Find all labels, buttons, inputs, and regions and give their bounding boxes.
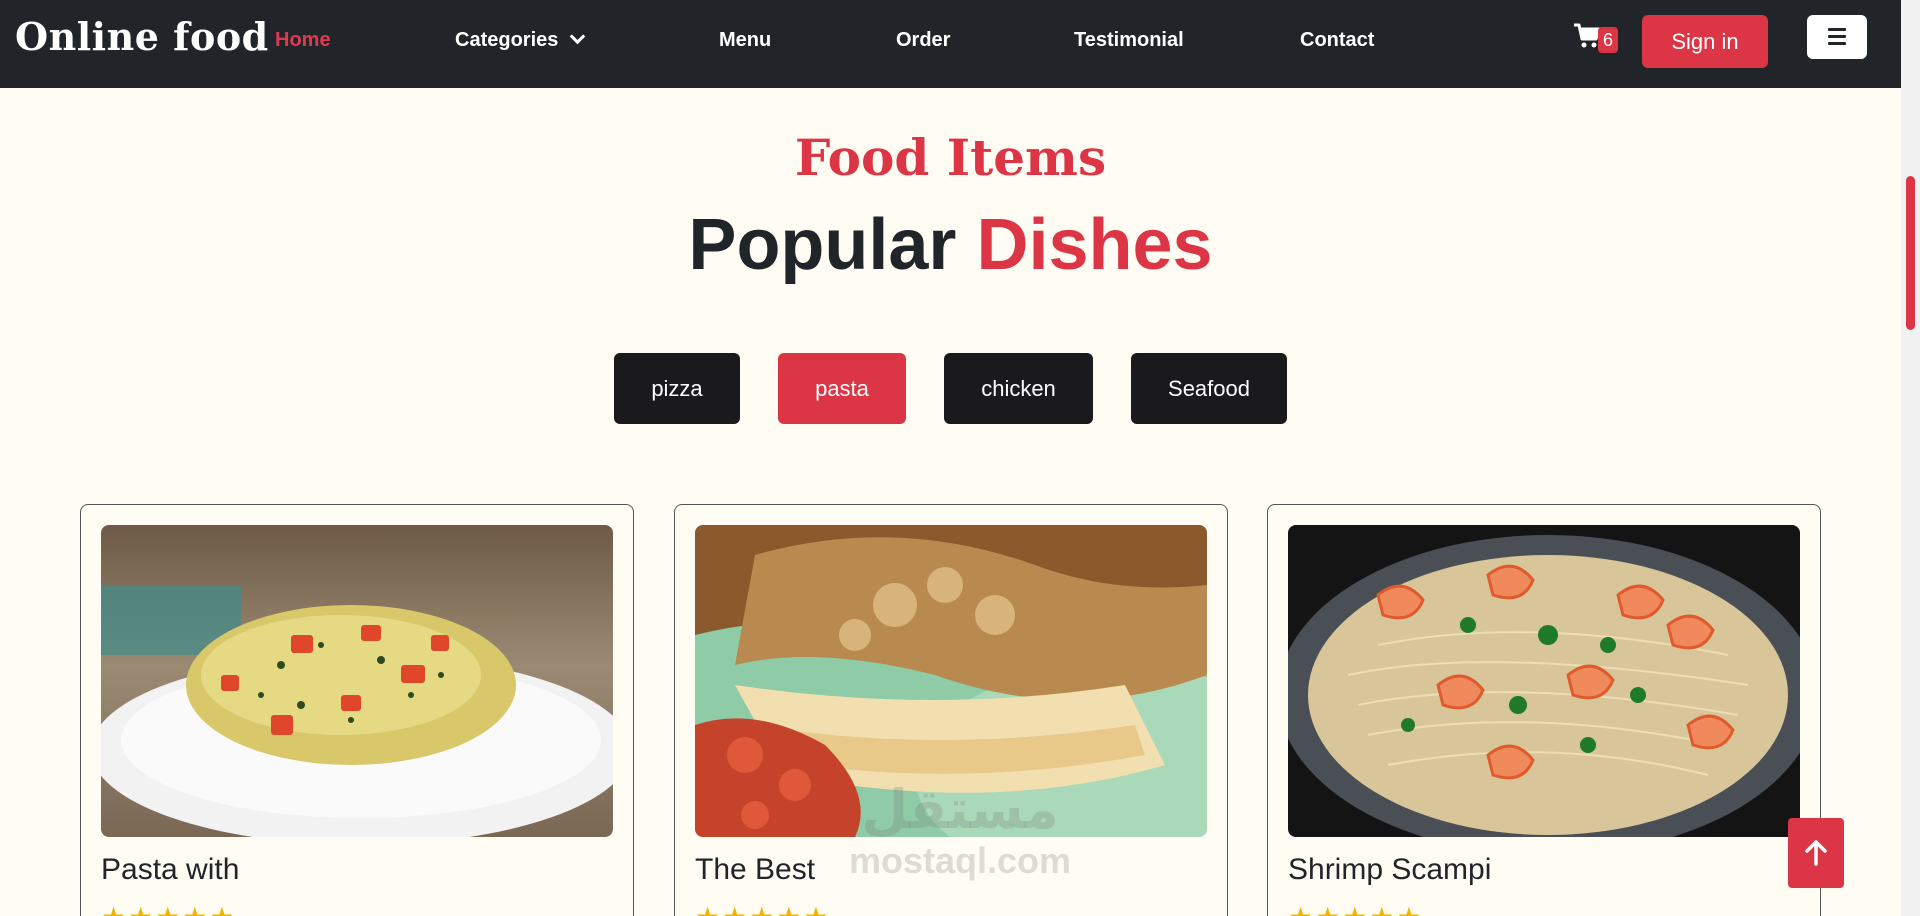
- dish-image-shrimp-scampi: [1288, 525, 1800, 837]
- nav-link-testimonial[interactable]: Testimonial: [1074, 29, 1184, 52]
- filter-seafood-button[interactable]: Seafood: [1131, 353, 1287, 424]
- watermark: مستقل mostaql.com: [840, 780, 1080, 882]
- watermark-latin: mostaql.com: [848, 840, 1072, 881]
- brand-logo[interactable]: Online food: [15, 14, 269, 59]
- dish-card[interactable]: Shrimp Scampi ★★★★★: [1267, 504, 1821, 916]
- cart-button[interactable]: 6: [1573, 23, 1621, 57]
- star-rating: ★★★★★: [1288, 901, 1424, 916]
- nav-link-order[interactable]: Order: [896, 29, 950, 52]
- filter-pasta-button[interactable]: pasta: [778, 353, 906, 424]
- hamburger-icon-line: [1828, 42, 1846, 45]
- cart-count-badge: 6: [1598, 27, 1619, 53]
- dish-image-pasta-salad: [101, 525, 613, 837]
- section-title-accent: Dishes: [976, 205, 1213, 285]
- hamburger-icon-line: [1828, 35, 1846, 38]
- nav-link-contact[interactable]: Contact: [1300, 29, 1374, 52]
- cart-icon: [1574, 23, 1601, 48]
- section-subtitle: Food Items: [794, 128, 1107, 187]
- dish-card[interactable]: Pasta with ★★★★★: [80, 504, 634, 916]
- nav-link-categories[interactable]: Categories: [455, 28, 586, 52]
- filter-chicken-button[interactable]: chicken: [944, 353, 1093, 424]
- nav-link-home[interactable]: Home: [275, 29, 331, 52]
- star-rating: ★★★★★: [695, 901, 831, 916]
- section-title: Popular Dishes: [0, 204, 1901, 286]
- scrollbar-thumb[interactable]: [1906, 176, 1915, 330]
- star-rating: ★★★★★: [101, 901, 237, 916]
- watermark-arabic: مستقل: [861, 780, 1059, 840]
- dish-title: The Best: [695, 853, 816, 886]
- sign-in-button[interactable]: Sign in: [1642, 15, 1768, 68]
- back-to-top-button[interactable]: [1788, 818, 1844, 888]
- chevron-down-icon: [570, 28, 586, 45]
- menu-toggle-button[interactable]: [1807, 15, 1867, 59]
- arrow-up-icon: [1805, 840, 1827, 866]
- section-title-main: Popular: [688, 205, 957, 285]
- hamburger-icon: [1828, 28, 1846, 31]
- nav-link-categories-label: Categories: [455, 29, 559, 51]
- filter-pizza-button[interactable]: pizza: [614, 353, 740, 424]
- page-scrollbar[interactable]: [1901, 0, 1920, 916]
- nav-link-menu[interactable]: Menu: [719, 29, 771, 52]
- navbar: Online food Home Categories Menu Order T…: [0, 0, 1901, 88]
- dish-title: Pasta with: [101, 853, 240, 886]
- dish-title: Shrimp Scampi: [1288, 853, 1492, 886]
